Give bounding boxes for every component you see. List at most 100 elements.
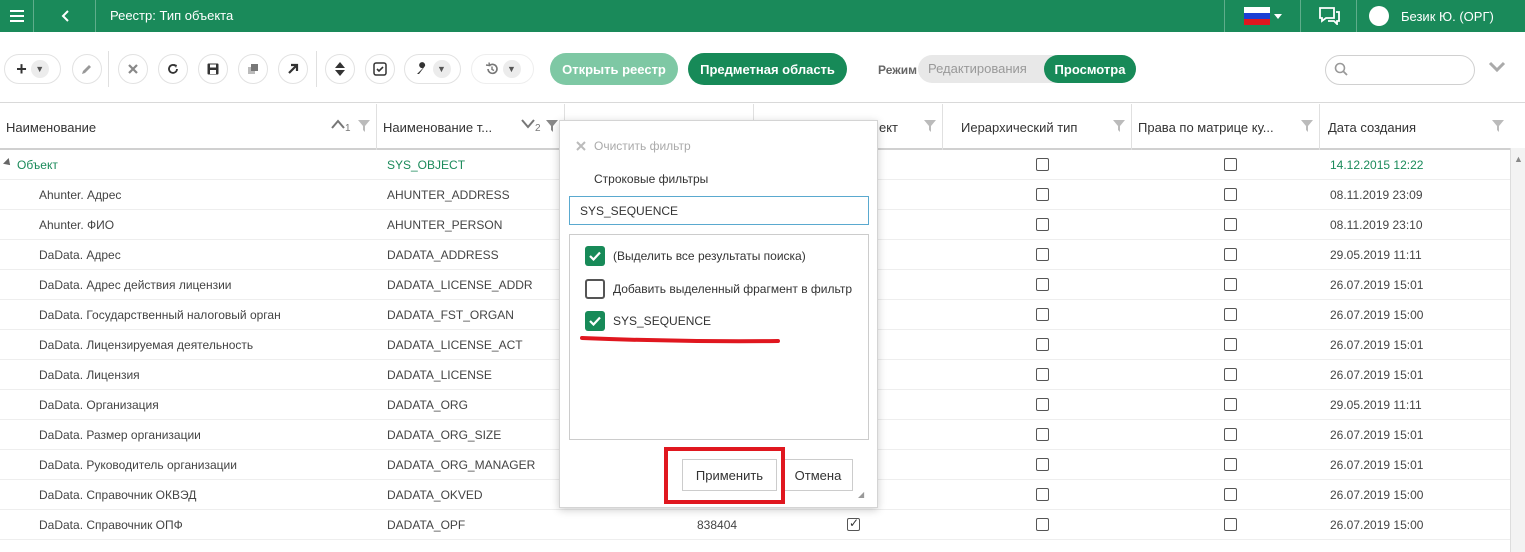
search-icon bbox=[1334, 62, 1348, 76]
scroll-up-icon[interactable]: ▲ bbox=[1514, 154, 1523, 164]
cell-code: AHUNTER_ADDRESS bbox=[387, 188, 510, 202]
subject-area-button[interactable]: Предметная область bbox=[688, 53, 847, 85]
column-header-created[interactable]: Дата создания bbox=[1320, 104, 1510, 150]
refresh-button[interactable] bbox=[158, 54, 188, 84]
hierarchical-checkbox[interactable] bbox=[1036, 188, 1049, 201]
chevron-down-icon[interactable] bbox=[1488, 61, 1506, 73]
resize-grip-icon[interactable]: ◢ bbox=[858, 490, 864, 499]
expand-arrow-icon[interactable] bbox=[3, 158, 13, 168]
object-checkbox[interactable] bbox=[847, 516, 860, 531]
hierarchical-checkbox[interactable] bbox=[1036, 338, 1049, 351]
cell-name: DaData. Руководитель организации bbox=[39, 458, 237, 472]
filter-icon[interactable] bbox=[546, 120, 558, 132]
hierarchical-checkbox[interactable] bbox=[1036, 428, 1049, 441]
mode-toggle[interactable]: Редактирования Просмотра bbox=[918, 55, 1136, 83]
open-registry-button[interactable]: Открыть реестр bbox=[550, 53, 678, 85]
save-view-button[interactable] bbox=[365, 54, 395, 84]
toolbar-divider bbox=[316, 51, 317, 87]
column-header-rights[interactable]: Права по матрице ку... bbox=[1132, 104, 1320, 150]
rights-checkbox[interactable] bbox=[1224, 248, 1237, 261]
cell-created-date: 26.07.2019 15:01 bbox=[1330, 338, 1424, 352]
hierarchical-checkbox[interactable] bbox=[1036, 398, 1049, 411]
cell-created-date: 08.11.2019 23:10 bbox=[1330, 218, 1423, 232]
filter-search-input[interactable]: SYS_SEQUENCE bbox=[569, 196, 869, 225]
edit-button[interactable] bbox=[72, 54, 102, 84]
avatar bbox=[1369, 6, 1389, 26]
back-button[interactable] bbox=[34, 0, 96, 32]
history-icon bbox=[485, 62, 498, 75]
cell-name: DaData. Справочник ОКВЭД bbox=[39, 488, 197, 502]
cell-code: DADATA_LICENSE_ACT bbox=[387, 338, 523, 352]
copy-button[interactable] bbox=[238, 54, 268, 84]
rights-checkbox[interactable] bbox=[1224, 398, 1237, 411]
rights-checkbox[interactable] bbox=[1224, 368, 1237, 381]
red-underline-annotation bbox=[580, 336, 780, 344]
rights-checkbox[interactable] bbox=[1224, 308, 1237, 321]
filter-icon[interactable] bbox=[924, 120, 936, 132]
column-header-code[interactable]: Наименование т... 2 bbox=[377, 104, 565, 150]
language-selector[interactable] bbox=[1224, 0, 1300, 32]
hierarchical-checkbox[interactable] bbox=[1036, 158, 1049, 171]
rights-checkbox[interactable] bbox=[1224, 158, 1237, 171]
messages-button[interactable] bbox=[1300, 0, 1356, 32]
column-header-hierarchical[interactable]: Иерархический тип bbox=[943, 104, 1132, 150]
filter-icon[interactable] bbox=[1301, 120, 1313, 132]
hierarchical-checkbox[interactable] bbox=[1036, 248, 1049, 261]
cell-code: DADATA_OPF bbox=[387, 518, 466, 532]
russian-flag-icon bbox=[1243, 7, 1270, 25]
column-header-name[interactable]: Наименование 1 bbox=[0, 104, 377, 150]
search-input[interactable] bbox=[1325, 55, 1475, 85]
rights-checkbox[interactable] bbox=[1224, 458, 1237, 471]
delete-button[interactable] bbox=[118, 54, 148, 84]
select-all-results-option[interactable]: (Выделить все результаты поиска) bbox=[585, 245, 806, 267]
rights-checkbox[interactable] bbox=[1224, 278, 1237, 291]
settings-button[interactable]: ▼ bbox=[404, 54, 461, 84]
cell-created-date: 26.07.2019 15:00 bbox=[1330, 488, 1424, 502]
cell-name: DaData. Организация bbox=[39, 398, 159, 412]
checkbox-empty-icon[interactable] bbox=[585, 279, 605, 299]
rights-checkbox[interactable] bbox=[1224, 518, 1237, 531]
mode-edit-option[interactable]: Редактирования bbox=[928, 61, 1027, 76]
vertical-scrollbar[interactable]: ▲ bbox=[1510, 148, 1525, 552]
history-button[interactable]: ▼ bbox=[471, 54, 534, 84]
cell-code: DADATA_ORG_MANAGER bbox=[387, 458, 536, 472]
sort-button[interactable] bbox=[325, 54, 355, 84]
menu-icon bbox=[9, 10, 24, 22]
plus-icon: + bbox=[16, 58, 27, 79]
cell-code: SYS_OBJECT bbox=[387, 158, 466, 172]
add-button[interactable]: + ▼ bbox=[4, 54, 61, 84]
clear-filter-button[interactable]: Очистить фильтр bbox=[576, 139, 691, 153]
mode-view-option[interactable]: Просмотра bbox=[1044, 55, 1136, 83]
rights-checkbox[interactable] bbox=[1224, 488, 1237, 501]
table-row[interactable]: DaData. Справочник ОПФ DADATA_OPF 838404 26… bbox=[0, 510, 1510, 540]
sys-sequence-option[interactable]: SYS_SEQUENCE bbox=[585, 310, 711, 332]
hierarchical-checkbox[interactable] bbox=[1036, 518, 1049, 531]
checkbox-checked-icon[interactable] bbox=[585, 311, 605, 331]
navigate-button[interactable] bbox=[278, 54, 308, 84]
filter-icon[interactable] bbox=[358, 120, 370, 132]
save-button[interactable] bbox=[198, 54, 228, 84]
sort-descending-icon bbox=[521, 119, 535, 129]
arrow-up-right-icon bbox=[288, 63, 299, 74]
hierarchical-checkbox[interactable] bbox=[1036, 368, 1049, 381]
hamburger-menu-button[interactable] bbox=[0, 0, 34, 32]
rights-checkbox[interactable] bbox=[1224, 338, 1237, 351]
filter-icon[interactable] bbox=[1113, 120, 1125, 132]
chat-icon bbox=[1318, 7, 1340, 25]
cell-name: Ahunter. ФИО bbox=[39, 218, 115, 232]
filter-icon[interactable] bbox=[1492, 120, 1504, 132]
rights-checkbox[interactable] bbox=[1224, 428, 1237, 441]
hierarchical-checkbox[interactable] bbox=[1036, 218, 1049, 231]
page-title: Реестр: Тип объекта bbox=[110, 8, 234, 23]
rights-checkbox[interactable] bbox=[1224, 218, 1237, 231]
hierarchical-checkbox[interactable] bbox=[1036, 308, 1049, 321]
hierarchical-checkbox[interactable] bbox=[1036, 278, 1049, 291]
cell-created-date: 26.07.2019 15:01 bbox=[1330, 428, 1424, 442]
rights-checkbox[interactable] bbox=[1224, 188, 1237, 201]
hierarchical-checkbox[interactable] bbox=[1036, 458, 1049, 471]
cancel-button[interactable]: Отмена bbox=[783, 459, 853, 491]
hierarchical-checkbox[interactable] bbox=[1036, 488, 1049, 501]
checkbox-checked-icon[interactable] bbox=[585, 246, 605, 266]
add-fragment-option[interactable]: Добавить выделенный фрагмент в фильтр bbox=[585, 278, 852, 300]
user-menu[interactable]: Безик Ю. (ОРГ) bbox=[1356, 0, 1525, 32]
